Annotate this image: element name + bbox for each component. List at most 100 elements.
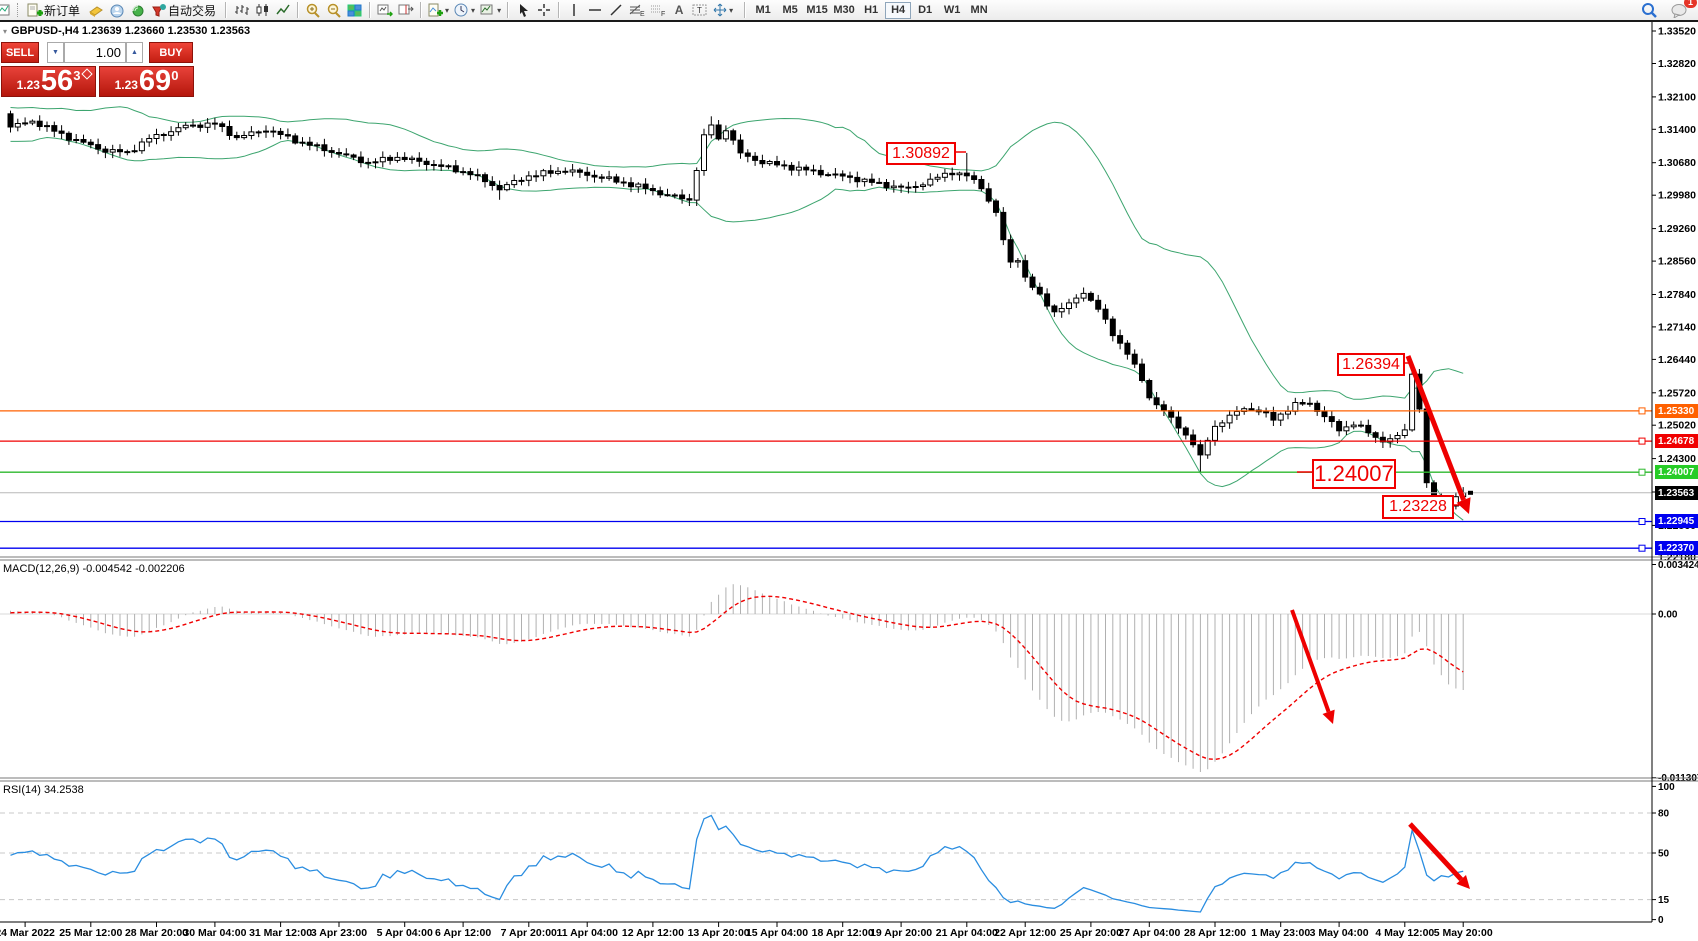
buy-button[interactable]: BUY	[149, 42, 193, 63]
templates-button[interactable]: ▾	[478, 1, 503, 19]
svg-text:T: T	[697, 6, 702, 15]
svg-text:E: E	[640, 11, 645, 17]
auto-scroll-button[interactable]	[375, 1, 395, 19]
chart-shift-icon	[398, 3, 414, 17]
fibo-retracement-icon: E	[629, 3, 645, 17]
cursor-tool-button[interactable]	[513, 1, 533, 19]
cursor-icon	[517, 3, 530, 17]
timeframe-m15-button[interactable]: M15	[804, 2, 830, 19]
volume-decrease-button[interactable]: ▼	[47, 42, 64, 63]
volume-input[interactable]	[64, 42, 126, 63]
price-line-badge: 1.22370	[1655, 541, 1698, 555]
search-button[interactable]	[1639, 1, 1660, 19]
timeframe-m30-button[interactable]: M30	[831, 2, 857, 19]
macd-pane[interactable]	[0, 560, 1652, 778]
vertical-line-tool-button[interactable]	[564, 1, 584, 19]
trendline-tool-button[interactable]	[606, 1, 626, 19]
zoom-in-button[interactable]	[303, 1, 323, 19]
timeframe-d1-button[interactable]: D1	[912, 2, 938, 19]
one-click-toggle-icon[interactable]: ▾	[3, 27, 7, 36]
price-line-badge: 1.24678	[1655, 434, 1698, 448]
dropdown-arrow-icon: ▾	[729, 6, 733, 15]
label-tool-button[interactable]: T	[690, 1, 710, 19]
timeframe-w1-button[interactable]: W1	[939, 2, 965, 19]
price-chart-pane[interactable]	[0, 22, 1652, 557]
current-price-badge: 1.23563	[1655, 486, 1698, 500]
metaeditor-icon	[88, 3, 104, 17]
candlestick-type-button[interactable]	[252, 1, 272, 19]
periods-clock-icon	[454, 3, 470, 18]
autotrading-button[interactable]: 自动交易	[149, 1, 221, 19]
indicators-icon	[428, 3, 444, 18]
toolbar-separator	[369, 2, 371, 18]
market-button[interactable]	[107, 1, 127, 19]
sell-button[interactable]: SELL	[1, 42, 39, 63]
text-label-icon: T	[692, 3, 708, 17]
clipped-left-icon[interactable]	[0, 1, 14, 19]
new-chart-icon	[0, 3, 11, 17]
sell-price-panel[interactable]: 1.23 56 3	[1, 66, 96, 97]
line-chart-icon	[276, 3, 291, 17]
rsi-pane[interactable]	[0, 781, 1652, 922]
sell-price-big: 56	[41, 68, 73, 95]
toolbar-separator	[420, 2, 422, 18]
annotation-price-label[interactable]: 1.26394	[1337, 353, 1405, 376]
tile-windows-button[interactable]	[345, 1, 365, 19]
symbol-ohlc-text: GBPUSD-,H4 1.23639 1.23660 1.23530 1.235…	[11, 25, 250, 37]
buy-price-panel[interactable]: 1.23 69 0	[99, 66, 194, 97]
timeframe-m1-button[interactable]: M1	[750, 2, 776, 19]
crosshair-icon	[537, 3, 551, 17]
toolbar-separator	[297, 2, 299, 18]
horizontal-line-icon	[588, 3, 602, 17]
buy-price-small: 1.23	[115, 78, 138, 92]
signals-button[interactable]	[128, 1, 148, 19]
main-toolbar: 新订单 自动交易	[0, 0, 1698, 22]
metaeditor-button[interactable]	[86, 1, 106, 19]
sell-price-sup: 3	[73, 68, 80, 83]
timeframe-h1-button[interactable]: H1	[858, 2, 884, 19]
zoom-out-button[interactable]	[324, 1, 344, 19]
periods-button[interactable]: ▾	[452, 1, 477, 19]
text-tool-button[interactable]: A	[669, 1, 689, 19]
zoom-in-icon	[305, 3, 321, 18]
svg-text:F: F	[661, 11, 665, 17]
signals-icon	[130, 3, 146, 18]
notifications-button[interactable]: 1	[1668, 1, 1690, 19]
annotation-price-label[interactable]: 1.23228	[1382, 495, 1454, 519]
fibo-expansion-tool-button[interactable]: F	[648, 1, 668, 19]
horizontal-line-tool-button[interactable]	[585, 1, 605, 19]
toolbar-grip[interactable]	[17, 3, 22, 17]
chart-shift-button[interactable]	[396, 1, 416, 19]
symbol-ohlc-readout: ▾ GBPUSD-,H4 1.23639 1.23660 1.23530 1.2…	[3, 25, 250, 37]
sell-price-small: 1.23	[17, 78, 40, 92]
price-line-badge: 1.22945	[1655, 514, 1698, 528]
buy-price-big: 69	[139, 68, 171, 95]
bar-chart-icon	[234, 3, 249, 17]
fibo-tool-button[interactable]: E	[627, 1, 647, 19]
time-axis[interactable]	[0, 922, 1652, 941]
arrows-icon	[713, 3, 728, 17]
timeframe-m5-button[interactable]: M5	[777, 2, 803, 19]
volume-increase-button[interactable]: ▲	[126, 42, 143, 63]
bar-chart-type-button[interactable]	[231, 1, 251, 19]
annotation-price-label[interactable]: 1.30892	[886, 142, 956, 165]
indicators-button[interactable]: ▾	[426, 1, 451, 19]
dropdown-arrow-icon: ▾	[471, 6, 475, 15]
timeframe-h4-button[interactable]: H4	[885, 2, 911, 19]
notification-count-badge: 1	[1684, 0, 1697, 8]
new-order-button[interactable]: 新订单	[25, 1, 85, 19]
new-order-icon	[27, 3, 43, 18]
annotation-price-label[interactable]: 1.24007	[1312, 459, 1396, 489]
rsi-indicator-label: RSI(14) 34.2538	[3, 784, 84, 796]
crosshair-tool-button[interactable]	[534, 1, 554, 19]
toolbar-separator	[507, 2, 509, 18]
timeframe-mn-button[interactable]: MN	[966, 2, 992, 19]
price-line-badge: 1.25330	[1655, 404, 1698, 418]
toolbar-separator	[225, 2, 227, 18]
fibo-expansion-icon: F	[650, 3, 666, 17]
candlestick-icon	[255, 3, 270, 17]
one-click-trading-panel: SELL ▼ ▲ BUY 1.23 56 3 1.23 69 0	[1, 42, 195, 97]
line-chart-type-button[interactable]	[273, 1, 293, 19]
autotrading-icon	[151, 3, 167, 18]
arrows-tool-button[interactable]: ▾	[711, 1, 735, 19]
